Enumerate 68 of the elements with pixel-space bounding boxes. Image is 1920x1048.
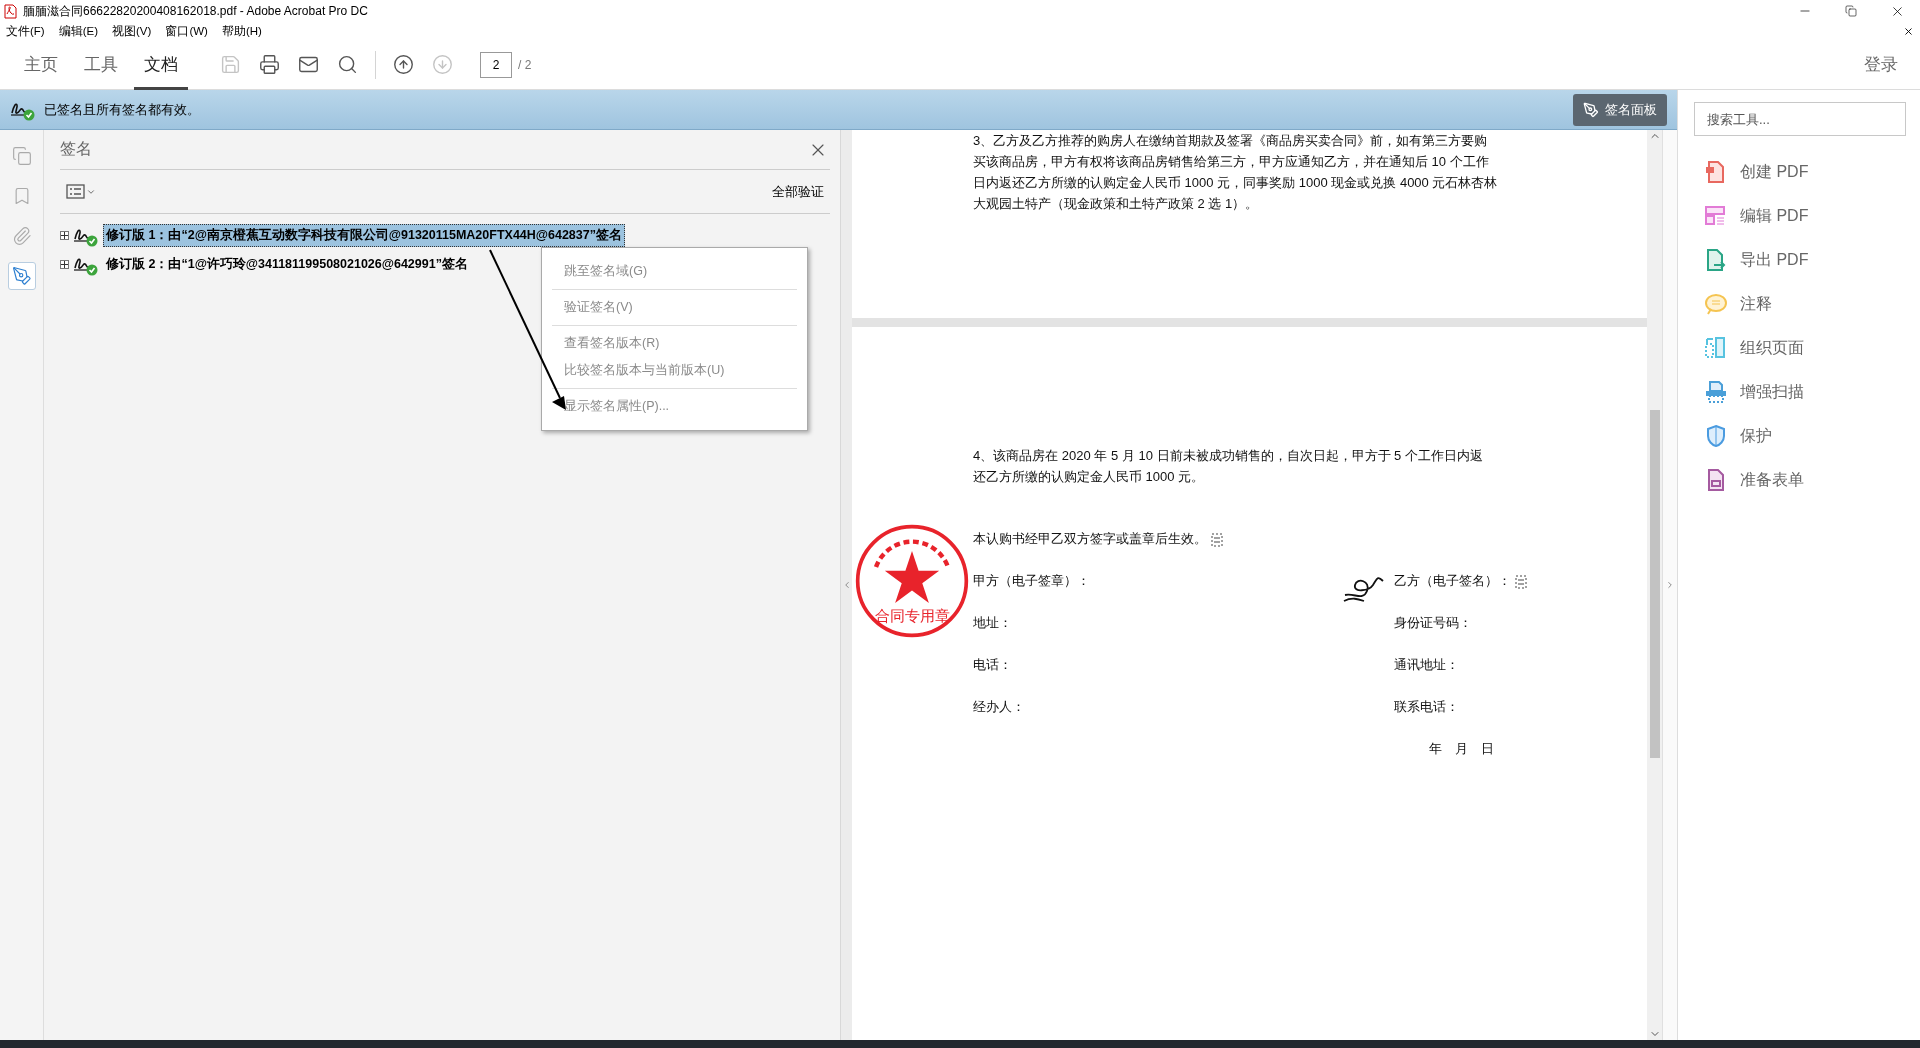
save-icon xyxy=(220,54,241,75)
document-text: 日内返还乙方所缴的认购定金人民币 1000 元，同事奖励 1000 现金或兑换 4000 元石林杏林 xyxy=(973,174,1499,192)
organize-pages-icon xyxy=(1704,336,1728,360)
document-text: 甲方（电子签章）： xyxy=(973,573,1090,588)
menu-item[interactable]: 编辑(E) xyxy=(58,23,99,39)
page-total: / 2 xyxy=(518,57,532,72)
document-text: 买该商品房，甲方有权将该商品房销售给第三方，甲方应通知乙方，并在通知后 10 个工作 xyxy=(973,153,1490,171)
tool-item[interactable]: 组织页面 xyxy=(1704,332,1906,364)
pdf-file-icon xyxy=(4,3,17,19)
paperclip-icon xyxy=(11,226,32,246)
window-title: 腼腼滋合同66622820200408162018.pdf - Adobe Acrobat Pro DC xyxy=(23,2,368,20)
menu-item[interactable]: 视图(V) xyxy=(112,23,152,39)
form-field-icon xyxy=(1211,532,1223,547)
tool-item[interactable]: 导出 PDF xyxy=(1704,244,1906,276)
page-number-field[interactable]: 2 xyxy=(480,51,512,78)
document-text: 联系电话： xyxy=(1394,699,1459,714)
tool-item[interactable]: 注释 xyxy=(1704,288,1906,320)
document-text: 身份证号码： xyxy=(1394,615,1472,630)
document-text: 地址： xyxy=(973,615,1012,630)
expand-icon[interactable] xyxy=(60,260,69,269)
printer-icon xyxy=(259,54,280,75)
list-icon xyxy=(66,183,86,200)
tool-item[interactable]: 编辑 PDF xyxy=(1704,200,1906,232)
document-text: 3、乙方及乙方推荐的购房人在缴纳首期款及签署《商品房买卖合同》前，如有第三方要购 xyxy=(973,132,1489,150)
document-text: 通讯地址： xyxy=(1394,657,1459,672)
mail-icon xyxy=(298,54,319,75)
document-text: 本认购书经甲乙双方签字或盖章后生效。 xyxy=(973,531,1207,546)
date-text: 年 月 日 xyxy=(1429,740,1495,758)
signature-item[interactable]: 修订版 2：由“1@许巧玲@341181199508021026@642991”签名 xyxy=(103,253,471,276)
shield-icon xyxy=(1704,424,1728,448)
restore-icon xyxy=(1845,5,1857,17)
document-text: 4、该商品房在 2020 年 5 月 10 日前未被成功销售的，自次日起，甲方于 5 个工作日内返 xyxy=(973,447,1484,465)
pen-icon xyxy=(1583,101,1599,118)
pen-icon xyxy=(11,266,32,286)
scrollbar-thumb[interactable] xyxy=(1649,410,1660,758)
seal-stamp: 合同专用章 xyxy=(854,523,970,639)
document-text: 大观园土特产（现金政策和土特产政策 2 选 1）。 xyxy=(973,195,1260,213)
sign-in-button[interactable]: 登录 xyxy=(1858,52,1904,77)
document-text: 经办人： xyxy=(973,699,1025,714)
toolbar-tab[interactable]: 工具 xyxy=(74,39,128,90)
menu-item[interactable]: 窗口(W) xyxy=(165,23,208,39)
pages-icon xyxy=(11,146,32,166)
document-text: 电话： xyxy=(973,657,1012,672)
expand-panel-icon[interactable] xyxy=(1665,580,1675,590)
document-text: 还乙方所缴的认购定金人民币 1000 元。 xyxy=(973,468,1206,486)
search-tools-field[interactable]: 搜索工具... xyxy=(1694,102,1906,136)
scanner-icon xyxy=(1704,380,1728,404)
document-text: 乙方（电子签名）： xyxy=(1394,573,1511,588)
tool-item[interactable]: 保护 xyxy=(1704,420,1906,452)
expand-icon[interactable] xyxy=(60,231,69,240)
search-icon xyxy=(337,54,358,75)
menu-item[interactable]: 文件(F) xyxy=(6,23,45,39)
close-icon[interactable] xyxy=(1903,25,1914,37)
edit-pdf-icon xyxy=(1704,204,1728,228)
comment-icon xyxy=(1704,292,1728,316)
pen-button[interactable] xyxy=(7,262,36,290)
tool-item[interactable]: 创建 PDF xyxy=(1704,156,1906,188)
info-message: 已签名且所有签名都有效。 xyxy=(44,100,200,119)
signature-panel-button[interactable]: 签名面板 xyxy=(1573,93,1667,126)
export-pdf-icon xyxy=(1704,248,1728,272)
signature-item[interactable]: 修订版 1：由“2@南京橙蕉互动数字科技有限公司@91320115MA20FTX44H@642837”签名 xyxy=(103,224,625,247)
panel-title: 签名 xyxy=(60,139,92,159)
verify-all-button[interactable]: 全部验证 xyxy=(766,181,830,202)
form-field-icon xyxy=(1515,574,1527,589)
tool-item[interactable]: 增强扫描 xyxy=(1704,376,1906,408)
menu-item[interactable]: 帮助(H) xyxy=(221,23,262,39)
tool-item[interactable]: 准备表单 xyxy=(1704,464,1906,496)
toolbar-tab[interactable]: 主页 xyxy=(14,39,68,90)
